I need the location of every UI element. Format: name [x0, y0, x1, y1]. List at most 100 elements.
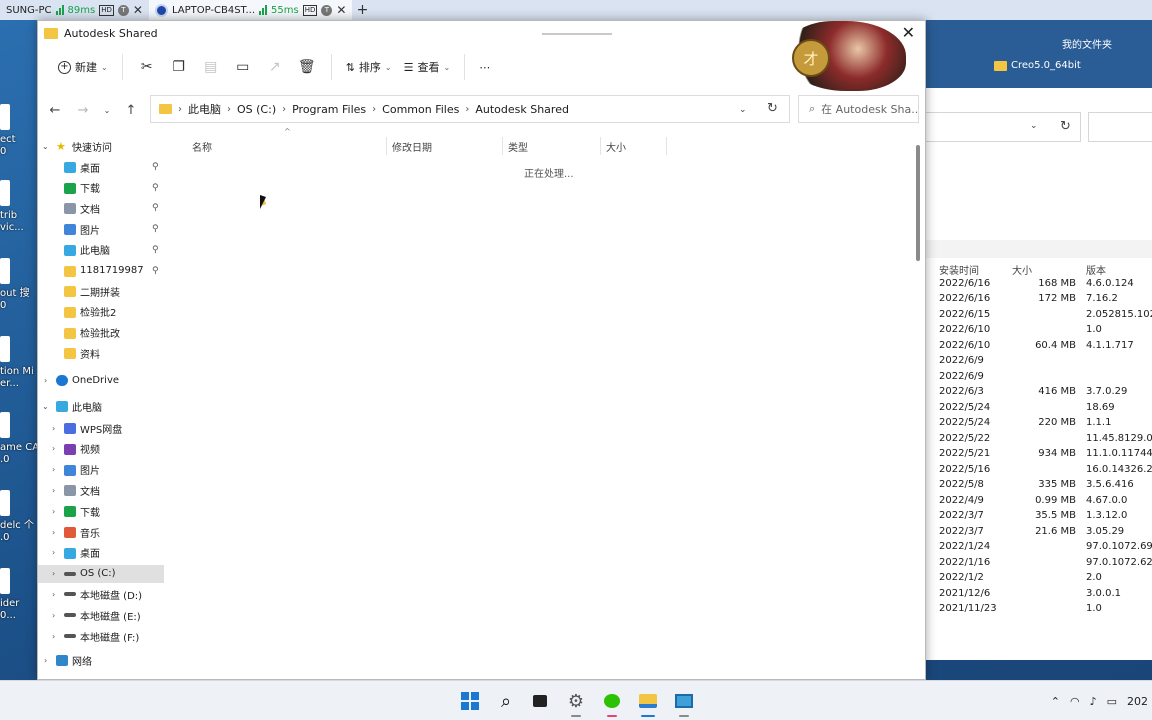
table-row[interactable]: 2022/6/10 1.0 — [926, 324, 1152, 340]
nav-pc-item[interactable]: › WPS网盘 — [38, 419, 164, 437]
column-header-date[interactable]: 修改日期 — [392, 135, 432, 157]
nav-onedrive[interactable]: › OneDrive — [38, 371, 164, 389]
breadcrumb-os-c[interactable]: OS (C:) — [237, 103, 276, 116]
wechat-icon[interactable] — [598, 687, 626, 717]
background-search-box[interactable] — [1088, 112, 1152, 142]
nav-quick-item[interactable]: 桌面 ⚲ — [38, 158, 164, 176]
column-header-type[interactable]: 类型 — [508, 135, 528, 157]
nav-network[interactable]: › 网络 — [38, 651, 164, 669]
column-header-size[interactable]: 大小 — [1012, 262, 1076, 277]
close-tab-icon[interactable]: ✕ — [133, 3, 143, 17]
file-list-area[interactable]: ^ 名称 修改日期 类型 大小 正在处理... — [174, 127, 914, 679]
desktop-icon[interactable]: out 搜0 — [0, 258, 38, 312]
delete-icon[interactable]: 🗑 — [291, 52, 323, 82]
nav-quick-item[interactable]: 此电脑 ⚲ — [38, 241, 164, 259]
nav-this-pc[interactable]: ⌄ 此电脑 — [38, 397, 164, 415]
nav-pc-item[interactable]: › 本地磁盘 (D:) — [38, 585, 164, 603]
view-button[interactable]: ☰ 查看 ⌄ — [398, 52, 457, 82]
recent-chevron-icon[interactable]: ⌄ — [96, 99, 118, 121]
nav-pc-item[interactable]: › 本地磁盘 (E:) — [38, 606, 164, 624]
table-row[interactable]: 2022/6/9 — [926, 371, 1152, 387]
chevron-right-icon[interactable]: › — [44, 656, 47, 665]
paste-icon[interactable]: ▤ — [195, 52, 227, 82]
nav-pc-item[interactable]: › OS (C:) — [38, 564, 164, 583]
up-arrow-icon[interactable]: ↑ — [120, 99, 142, 121]
settings-gear-icon[interactable]: ⚙ — [562, 687, 590, 717]
table-row[interactable]: 2022/6/9 — [926, 355, 1152, 371]
table-row[interactable]: 2022/5/24 220 MB 1.1.1 — [926, 417, 1152, 433]
chevron-right-icon[interactable]: › — [282, 104, 286, 115]
table-row[interactable]: 2022/5/8 335 MB 3.5.6.416 — [926, 479, 1152, 495]
background-address-bar[interactable]: ⌄ ↻ — [926, 112, 1081, 142]
breadcrumb-common-files[interactable]: Common Files — [382, 103, 459, 116]
new-tab-button[interactable]: + — [352, 2, 372, 18]
chevron-right-icon[interactable]: › — [52, 548, 55, 557]
table-row[interactable]: 2021/11/23 1.0 — [926, 603, 1152, 614]
wifi-icon[interactable]: ◠ — [1070, 695, 1080, 708]
chevron-right-icon[interactable]: › — [465, 104, 469, 115]
refresh-icon[interactable]: ↻ — [1060, 119, 1071, 134]
remote-app-icon[interactable] — [670, 687, 698, 717]
table-row[interactable]: 2022/3/7 35.5 MB 1.3.12.0 — [926, 510, 1152, 526]
table-row[interactable]: 2022/1/24 97.0.1072.69 — [926, 541, 1152, 557]
table-row[interactable]: 2021/12/6 3.0.0.1 — [926, 588, 1152, 604]
pin-icon[interactable]: ⚲ — [152, 162, 159, 172]
nav-pc-item[interactable]: › 音乐 — [38, 523, 164, 541]
nav-quick-item[interactable]: 1181719987 ⚲ — [38, 262, 164, 280]
nav-pc-item[interactable]: › 文档 — [38, 481, 164, 499]
desktop-icon[interactable]: ame CA .0 — [0, 412, 38, 466]
chevron-right-icon[interactable]: › — [52, 528, 55, 537]
table-row[interactable]: 2022/5/16 16.0.14326.20 — [926, 464, 1152, 480]
chevron-right-icon[interactable]: › — [227, 104, 231, 115]
chevron-down-icon[interactable]: ⌄ — [1030, 121, 1038, 131]
table-row[interactable]: 2022/3/7 21.6 MB 3.05.29 — [926, 526, 1152, 542]
desktop-icon[interactable]: ect 0 — [0, 104, 38, 158]
column-header-size[interactable]: 大小 — [606, 135, 626, 157]
breadcrumb-this-pc[interactable]: 此电脑 — [188, 101, 221, 117]
chevron-right-icon[interactable]: › — [52, 507, 55, 516]
chevron-right-icon[interactable]: › — [372, 104, 376, 115]
search-taskbar-icon[interactable]: ⌕ — [492, 687, 520, 715]
chevron-down-icon[interactable]: ⌄ — [42, 402, 49, 411]
refresh-icon[interactable]: ↻ — [767, 101, 778, 116]
nav-quick-item[interactable]: 下载 ⚲ — [38, 179, 164, 197]
volume-icon[interactable]: ♪ — [1090, 695, 1097, 708]
nav-quick-item[interactable]: 图片 ⚲ — [38, 220, 164, 238]
clock-text[interactable]: 202 — [1127, 695, 1148, 708]
chevron-up-icon[interactable]: ⌃ — [1051, 695, 1060, 708]
table-row[interactable]: 2022/6/3 416 MB 3.7.0.29 — [926, 386, 1152, 402]
more-options-button[interactable]: ⋯ — [473, 52, 496, 82]
copy-icon[interactable]: ❐ — [163, 52, 195, 82]
pin-icon[interactable]: ⚲ — [152, 266, 159, 276]
chevron-right-icon[interactable]: › — [44, 376, 47, 385]
pin-icon[interactable]: ⚲ — [152, 245, 159, 255]
back-arrow-icon[interactable]: ← — [44, 99, 66, 121]
desktop-icon[interactable]: ider 0... — [0, 568, 38, 622]
nav-pc-item[interactable]: › 桌面 — [38, 544, 164, 562]
desktop-icon[interactable]: tion Mi er... — [0, 336, 38, 390]
battery-icon[interactable]: ▭ — [1107, 695, 1117, 708]
nav-pc-item[interactable]: › 本地磁盘 (F:) — [38, 627, 164, 645]
breadcrumb-autodesk-shared[interactable]: Autodesk Shared — [475, 103, 569, 116]
pin-icon[interactable]: ⚲ — [152, 224, 159, 234]
table-row[interactable]: 2022/6/10 60.4 MB 4.1.1.717 — [926, 340, 1152, 356]
address-dropdown-icon[interactable]: ⌄ — [739, 105, 747, 115]
remote-tab-sung-pc[interactable]: SUNG-PC 89ms HD T ✕ — [0, 0, 149, 20]
chevron-right-icon[interactable]: › — [52, 590, 55, 599]
chevron-right-icon[interactable]: › — [52, 424, 55, 433]
pin-icon[interactable]: ⚲ — [152, 203, 159, 213]
breadcrumb-program-files[interactable]: Program Files — [292, 103, 366, 116]
vertical-scrollbar[interactable] — [916, 145, 920, 261]
nav-pc-item[interactable]: › 下载 — [38, 502, 164, 520]
close-window-button[interactable]: ✕ — [902, 23, 915, 42]
nav-pc-item[interactable]: › 图片 — [38, 461, 164, 479]
table-row[interactable]: 2022/5/24 18.69 — [926, 402, 1152, 418]
nav-quick-item[interactable]: 文档 ⚲ — [38, 199, 164, 217]
search-box[interactable]: ⌕ 在 Autodesk Sha... — [798, 95, 919, 123]
nav-pc-item[interactable]: › 视频 — [38, 440, 164, 458]
forward-arrow-icon[interactable]: → — [72, 99, 94, 121]
cut-icon[interactable]: ✂ — [131, 52, 163, 82]
chevron-right-icon[interactable]: › — [52, 486, 55, 495]
nav-quick-item[interactable]: 检验批改 — [38, 324, 164, 342]
remote-tab-laptop[interactable]: LAPTOP-CB4ST... 55ms HD T ✕ — [148, 0, 353, 20]
